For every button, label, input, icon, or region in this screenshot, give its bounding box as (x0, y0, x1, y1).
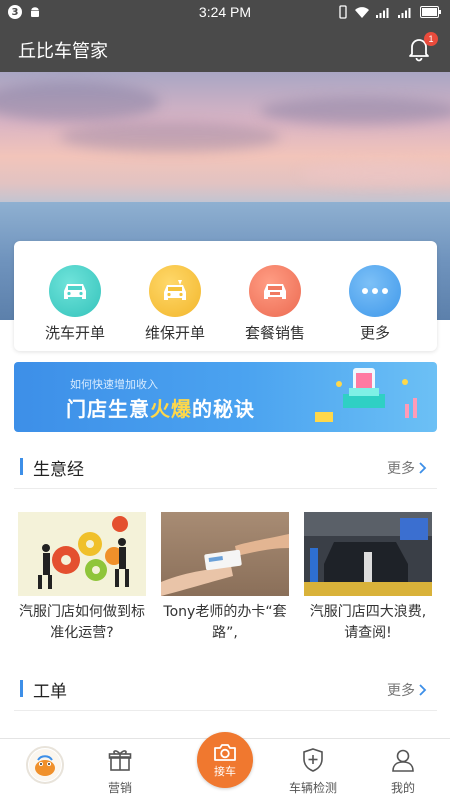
more-icon (349, 265, 401, 317)
promo-subtitle: 如何快速增加收入 (70, 378, 158, 391)
section-accent-bar (20, 458, 23, 475)
section-title: 工单 (33, 682, 67, 702)
pickup-car-label: 接车 (214, 764, 236, 778)
signal-icon (376, 8, 389, 18)
notification-badge: 1 (424, 32, 438, 46)
article-caption: 汽服门店如何做到标准化运营? (19, 604, 145, 641)
work-order-more-link[interactable]: 更多 (387, 680, 427, 700)
article-card[interactable]: Tony老师的办卡“套路”, (161, 512, 289, 644)
nav-label: 营销 (107, 781, 132, 795)
app-header: 丘比车管家 1 (0, 26, 450, 72)
promo-title-end: 的秘诀 (192, 397, 255, 421)
article-list: 汽服门店如何做到标准化运营? Tony老师的办卡“套路”, 汽服门店四大浪费,请… (18, 512, 432, 652)
promo-title: 门店生意火爆的秘诀 (66, 393, 255, 422)
more-label: 更多 (387, 461, 415, 477)
business-more-link[interactable]: 更多 (387, 458, 427, 478)
promo-title-highlight: 火爆 (150, 397, 192, 421)
more-label: 更多 (387, 683, 415, 699)
business-tips-section-header: 生意经 更多 (14, 443, 437, 489)
quick-action-label: 洗车开单 (44, 324, 105, 342)
quick-action-label: 套餐销售 (244, 324, 305, 342)
article-thumbnail (304, 512, 432, 596)
shield-plus-icon (303, 748, 323, 772)
pickup-car-button[interactable]: 接车 (197, 732, 253, 788)
promo-banner[interactable]: 如何快速增加收入 门店生意火爆的秘诀 (14, 362, 437, 432)
quick-action-car-wash[interactable]: 洗车开单 (30, 265, 120, 343)
quick-action-package-sales[interactable]: 套餐销售 (230, 265, 320, 343)
quick-action-maintenance[interactable]: 维保开单 (130, 265, 220, 343)
status-bar: 3 3:24 PM (0, 0, 450, 26)
article-card[interactable]: 汽服门店如何做到标准化运营? (18, 512, 146, 644)
nav-label: 我的 (390, 781, 415, 795)
user-icon (392, 749, 414, 772)
chevron-right-icon (419, 462, 427, 474)
section-accent-bar (20, 680, 23, 697)
vibrate-icon (339, 5, 347, 19)
car-repair-icon (149, 265, 201, 317)
nav-profile[interactable]: 我的 (368, 747, 438, 796)
battery-icon (420, 6, 441, 18)
quick-action-label: 维保开单 (144, 324, 205, 342)
app-title: 丘比车管家 (18, 41, 108, 62)
article-caption: 汽服门店四大浪费,请查阅! (309, 604, 427, 641)
nav-label: 车辆检测 (288, 781, 337, 795)
nav-marketing[interactable]: 营销 (85, 747, 155, 796)
article-thumbnail (18, 512, 146, 596)
avatar[interactable] (26, 746, 64, 784)
camera-icon (214, 743, 236, 761)
signal-icon (398, 8, 411, 18)
mascot-logo (29, 749, 61, 781)
car-package-icon (249, 265, 301, 317)
notification-button[interactable]: 1 (406, 32, 438, 62)
gift-icon (108, 750, 132, 771)
article-caption: Tony老师的办卡“套路”, (163, 604, 287, 641)
section-title: 生意经 (33, 460, 84, 480)
article-thumbnail (161, 512, 289, 596)
wifi-icon (355, 6, 369, 18)
nav-vehicle-inspection[interactable]: 车辆检测 (278, 747, 348, 796)
quick-action-label: 更多 (359, 324, 390, 342)
quick-action-more[interactable]: 更多 (330, 265, 420, 343)
quick-actions-card: 洗车开单 维保开单 套餐销售 更多 (14, 241, 437, 351)
car-wash-icon (49, 265, 101, 317)
chevron-right-icon (419, 684, 427, 696)
article-card[interactable]: 汽服门店四大浪费,请查阅! (304, 512, 432, 644)
work-order-section-header: 工单 更多 (14, 665, 437, 711)
promo-illustration (315, 368, 417, 422)
promo-title-start: 门店生意 (66, 397, 150, 421)
